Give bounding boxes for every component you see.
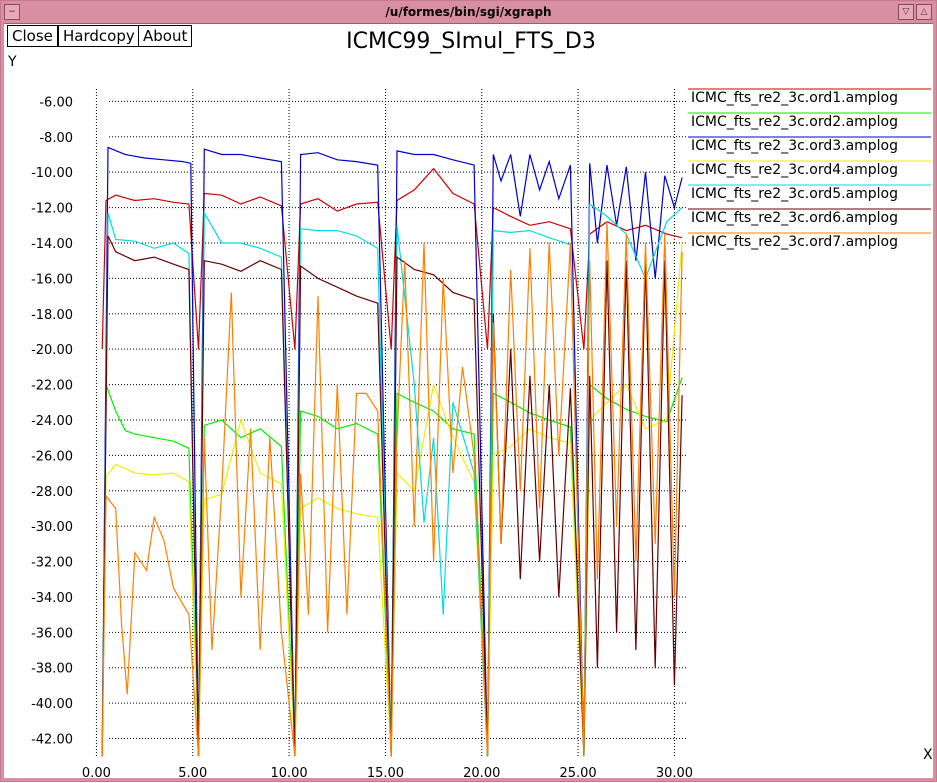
xgraph-window: − /u/formes/bin/sgi/xgraph ▽ △ Close Har…: [0, 0, 937, 782]
chart-canvas: -6.00 -8.00 -10.00 -12.00 -14.00 -16.00 -18.00…: [31, 88, 931, 781]
y-tick-label: -10.00: [31, 166, 73, 181]
y-tick-label: -8.00: [39, 131, 73, 146]
x-tick-label: 20.00: [463, 766, 500, 781]
legend-label-4: ICMC_fts_re2_3c.ord4.amplog: [691, 162, 898, 178]
y-tick-label: -32.00: [31, 556, 73, 571]
legend-label-3: ICMC_fts_re2_3c.ord3.amplog: [691, 138, 898, 154]
y-tick-label: -16.00: [31, 272, 73, 287]
y-tick-label: -34.00: [31, 591, 73, 606]
y-tick-label: -38.00: [31, 662, 73, 677]
y-tick-label: -26.00: [31, 449, 73, 464]
y-tick-label: -12.00: [31, 202, 73, 217]
y-tick-label: -40.00: [31, 697, 73, 712]
legend-label-5: ICMC_fts_re2_3c.ord5.amplog: [691, 186, 898, 202]
y-tick-label: -42.00: [31, 733, 73, 748]
x-tick-label: 30.00: [656, 766, 693, 781]
x-tick-label: 15.00: [367, 766, 404, 781]
x-tick-label: 0.00: [82, 766, 111, 781]
y-tick-label: -20.00: [31, 343, 73, 358]
y-tick-label: -30.00: [31, 520, 73, 535]
x-tick-label: 5.00: [178, 766, 207, 781]
y-tick-label: -22.00: [31, 379, 73, 394]
y-tick-label: -24.00: [31, 414, 73, 429]
legend-label-7: ICMC_fts_re2_3c.ord7.amplog: [691, 234, 898, 250]
y-tick-label: -14.00: [31, 237, 73, 252]
legend-label-6: ICMC_fts_re2_3c.ord6.amplog: [691, 210, 898, 226]
y-tick-label: -18.00: [31, 308, 73, 323]
legend-label-1: ICMC_fts_re2_3c.ord1.amplog: [691, 90, 898, 106]
y-tick-label: -36.00: [31, 626, 73, 641]
y-tick-label: -6.00: [39, 95, 73, 110]
x-tick-label: 10.00: [270, 766, 307, 781]
legend-label-2: ICMC_fts_re2_3c.ord2.amplog: [691, 114, 898, 130]
y-tick-label: -28.00: [31, 485, 73, 500]
x-tick-label: 25.00: [559, 766, 596, 781]
